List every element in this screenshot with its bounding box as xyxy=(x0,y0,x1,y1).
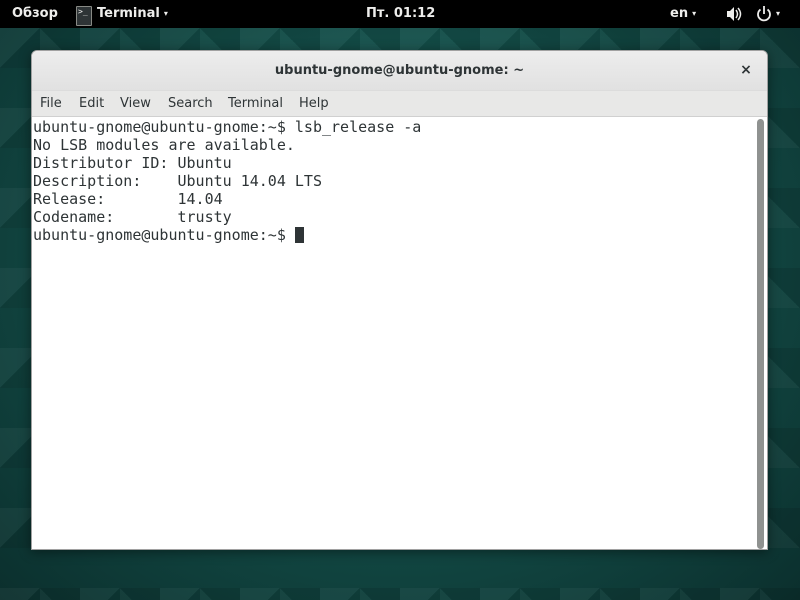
top-bar: Обзор >_ Terminal ▾ Пт. 01:12 en ▾ ▾ xyxy=(0,0,800,28)
terminal-line: Distributor ID: Ubuntu xyxy=(33,154,232,172)
volume-icon-svg xyxy=(727,7,742,21)
terminal-line: Release: 14.04 xyxy=(33,190,223,208)
terminal-line: Codename: trusty xyxy=(33,208,232,226)
terminal-prompt: ubuntu-gnome@ubuntu-gnome:~$ xyxy=(33,226,295,244)
terminal-output[interactable]: ubuntu-gnome@ubuntu-gnome:~$ lsb_release… xyxy=(32,117,767,549)
menu-view[interactable]: View xyxy=(120,91,151,117)
scrollbar-thumb[interactable] xyxy=(757,119,764,549)
terminal-line: No LSB modules are available. xyxy=(33,136,295,154)
app-menu-button[interactable]: >_ Terminal ▾ xyxy=(76,0,168,28)
close-icon[interactable]: × xyxy=(737,61,755,79)
terminal-cursor xyxy=(294,227,304,243)
terminal-line: ubuntu-gnome@ubuntu-gnome:~$ lsb_release… xyxy=(33,118,422,136)
window-header[interactable]: ubuntu-gnome@ubuntu-gnome: ~ × xyxy=(32,51,767,91)
volume-icon[interactable] xyxy=(726,0,742,28)
terminal-window: ubuntu-gnome@ubuntu-gnome: ~ × File Edit… xyxy=(31,50,768,550)
menu-terminal[interactable]: Terminal xyxy=(228,91,283,117)
chevron-down-icon: ▾ xyxy=(776,9,781,18)
activities-button[interactable]: Обзор xyxy=(12,0,58,28)
terminal-line: Description: Ubuntu 14.04 LTS xyxy=(33,172,322,190)
app-menu-label: Terminal xyxy=(97,6,160,21)
clock[interactable]: Пт. 01:12 xyxy=(366,0,435,28)
terminal-icon: >_ xyxy=(76,6,92,26)
menu-edit[interactable]: Edit xyxy=(79,91,104,117)
power-icon xyxy=(757,6,771,22)
menu-bar: File Edit View Search Terminal Help xyxy=(32,91,767,117)
window-title: ubuntu-gnome@ubuntu-gnome: ~ xyxy=(274,63,525,78)
chevron-down-icon: ▾ xyxy=(692,9,697,18)
language-indicator[interactable]: en ▾ xyxy=(670,0,696,28)
menu-file[interactable]: File xyxy=(40,91,62,117)
chevron-down-icon: ▾ xyxy=(163,9,168,18)
terminal-prompt-line: ubuntu-gnome@ubuntu-gnome:~$ xyxy=(33,226,421,244)
menu-search[interactable]: Search xyxy=(168,91,213,117)
language-label: en xyxy=(670,6,689,21)
menu-help[interactable]: Help xyxy=(299,91,329,117)
power-menu-button[interactable]: ▾ xyxy=(756,0,780,28)
scrollbar[interactable] xyxy=(757,119,765,549)
